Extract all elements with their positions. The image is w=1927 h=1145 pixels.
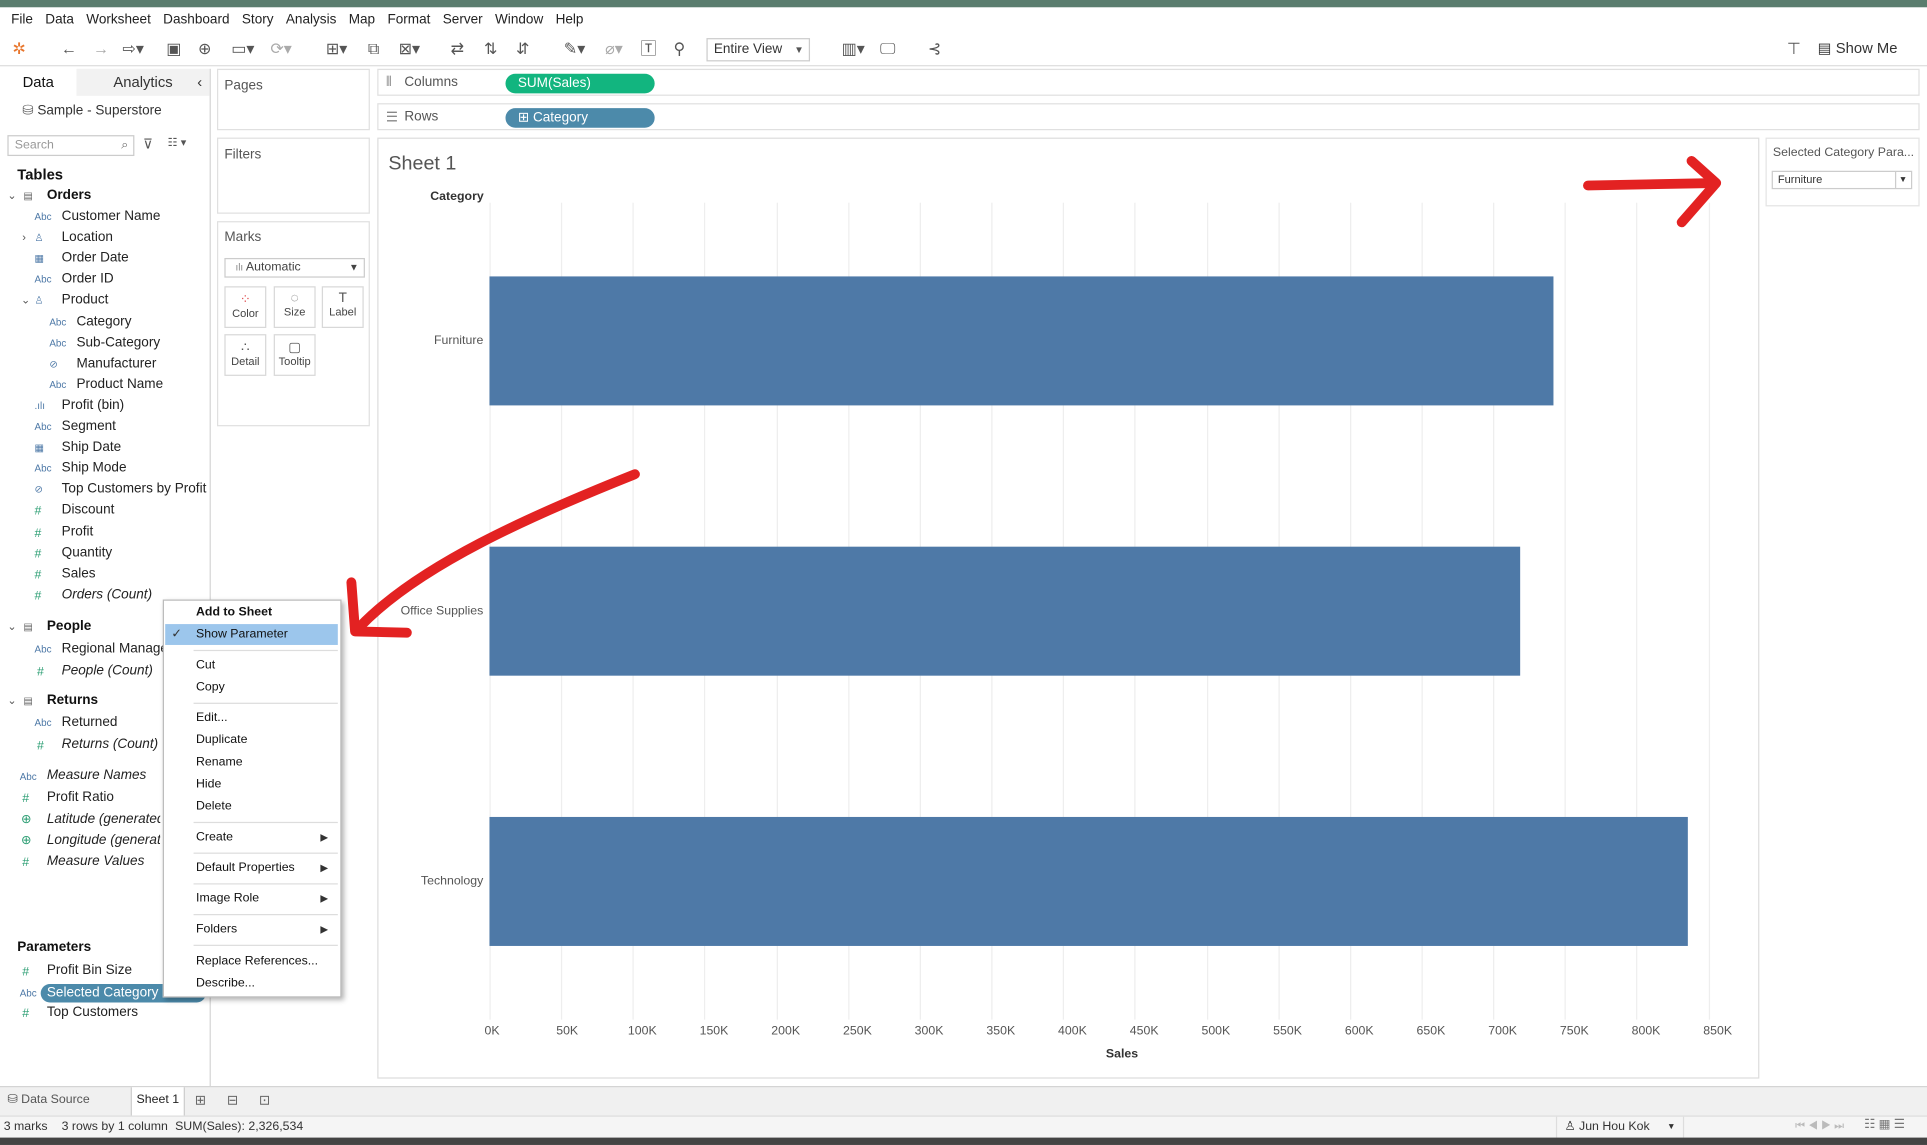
menu-show-parameter[interactable]: Show Parameter [196, 628, 288, 642]
left-arrow-shaft [355, 469, 640, 632]
data-source-tab[interactable]: ⛁ Data Source [7, 1093, 89, 1107]
user-icon: ♙ [1564, 1120, 1580, 1134]
submenu-arrow-icon: ▶ [320, 893, 328, 905]
status-bar: 3 marks 3 rows by 1 column SUM(Sales): 2… [0, 1115, 1927, 1138]
menu-separator [193, 821, 338, 824]
menu-duplicate[interactable]: Duplicate [196, 733, 247, 747]
menu-rename[interactable]: Rename [196, 756, 243, 770]
menu-edit[interactable]: Edit... [196, 711, 228, 725]
context-menu: Add to Sheet ✓ Show Parameter Cut Copy E… [162, 599, 342, 998]
menu-create[interactable]: Create [196, 830, 233, 844]
submenu-arrow-icon: ▶ [320, 862, 328, 874]
right-arrow-shaft [1583, 178, 1719, 191]
menu-separator [193, 914, 338, 916]
menu-separator [193, 852, 338, 854]
menu-add-to-sheet[interactable]: Add to Sheet [196, 606, 272, 620]
datasource-icon: ⛁ [7, 1093, 22, 1107]
menu-copy[interactable]: Copy [196, 681, 225, 695]
menu-replace-references[interactable]: Replace References... [196, 955, 318, 969]
menu-folders[interactable]: Folders [196, 923, 237, 937]
user-menu[interactable]: ♙ Jun Hou Kok ▼ [1555, 1116, 1685, 1138]
chevron-down-icon: ▼ [1666, 1122, 1676, 1132]
submenu-arrow-icon: ▶ [320, 831, 328, 843]
sheet-tabs-bar: ⛁ Data Source Sheet 1 ⊞ ⊟ ⊡ [0, 1085, 1927, 1116]
sheet-navigation-icon[interactable]: ⏮ ◀ ▶ ⏭ [1795, 1119, 1844, 1133]
menu-separator [193, 649, 338, 652]
checkmark-icon: ✓ [171, 627, 182, 642]
menu-delete[interactable]: Delete [196, 800, 232, 814]
menu-cut[interactable]: Cut [196, 658, 215, 672]
view-layout-icon[interactable]: ☷ ▦ ☰ [1864, 1118, 1905, 1132]
data-source-tab-label: Data Source [21, 1093, 90, 1107]
menu-separator [193, 702, 338, 704]
menu-hide[interactable]: Hide [196, 778, 221, 792]
right-arrow-head [1676, 156, 1722, 228]
menu-default-properties[interactable]: Default Properties [196, 861, 295, 875]
submenu-arrow-icon: ▶ [320, 923, 328, 935]
footer-strip [0, 1137, 1927, 1145]
new-dashboard-icon[interactable]: ⊟ [227, 1092, 238, 1108]
menu-describe[interactable]: Describe... [196, 977, 255, 991]
menu-separator [193, 883, 338, 885]
user-name: Jun Hou Kok [1579, 1120, 1650, 1134]
status-rows-cols: 3 rows by 1 column [61, 1120, 168, 1134]
status-sum: SUM(Sales): 2,326,534 [175, 1120, 304, 1134]
status-marks: 3 marks [3, 1120, 48, 1134]
new-worksheet-icon[interactable]: ⊞ [195, 1092, 206, 1108]
menu-image-role[interactable]: Image Role [196, 892, 259, 906]
tab-sheet-1[interactable]: Sheet 1 [130, 1087, 185, 1116]
new-story-icon[interactable]: ⊡ [259, 1092, 270, 1108]
menu-separator [193, 944, 338, 946]
